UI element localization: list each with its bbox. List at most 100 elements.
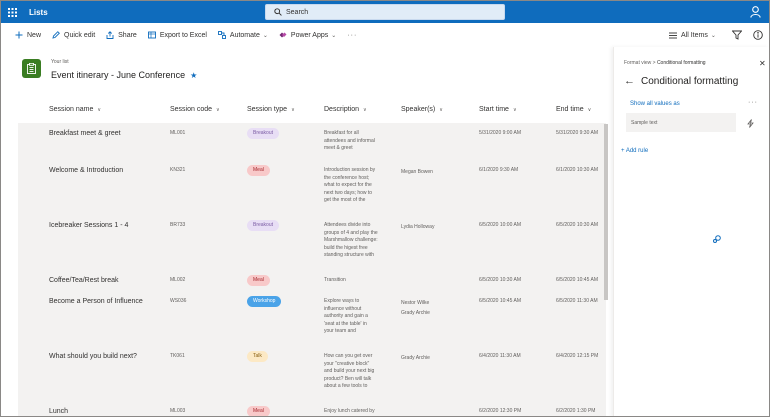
speaker-name: Lydia Holloway xyxy=(401,224,435,230)
description-cell: Attendees divide into groups of 4 and pla… xyxy=(324,222,390,260)
account-icon[interactable] xyxy=(750,6,761,18)
session-code-cell: ML001 xyxy=(170,130,186,136)
session-name-cell[interactable]: Welcome & Introduction xyxy=(49,166,123,175)
automate-menu[interactable]: Automate ⌄ xyxy=(217,31,268,39)
chevron-down-icon: ∨ xyxy=(97,106,102,113)
description-line: product? Ben will talk xyxy=(324,375,372,382)
app-title[interactable]: Lists xyxy=(29,8,48,17)
session-code-cell: TK061 xyxy=(170,353,185,359)
description-line: the conference host; xyxy=(324,174,370,181)
start-time-cell: 6/1/2020 9:30 AM xyxy=(479,167,519,173)
app-launcher-icon[interactable] xyxy=(1,1,23,23)
chevron-down-icon: ⌄ xyxy=(710,32,716,39)
session-type-pill: Workshop xyxy=(247,296,282,307)
quick-edit-label: Quick edit xyxy=(64,31,96,39)
session-name-cell[interactable]: Become a Person of Influence xyxy=(49,297,143,306)
column-header-label: End time xyxy=(556,106,584,113)
description-cell: How can you get over your "creative block… xyxy=(324,353,390,391)
back-arrow-icon[interactable]: ← xyxy=(624,75,635,87)
description-line: standing structure with xyxy=(324,252,375,258)
description-line: Enjoy lunch catered by xyxy=(324,408,375,414)
share-label: Share xyxy=(118,31,137,39)
end-time-cell: 6/5/2020 11:30 AM xyxy=(556,298,598,304)
new-button-label: New xyxy=(27,31,42,39)
start-time-cell: 5/31/2020 9:00 AM xyxy=(479,130,521,136)
session-name-cell[interactable]: Coffee/Tea/Rest break xyxy=(49,276,119,285)
session-code-cell: ML002 xyxy=(170,277,186,283)
chevron-down-icon: ∨ xyxy=(291,106,295,113)
excel-icon xyxy=(147,31,156,39)
description-cell: Breakfast for all attendees and informal m… xyxy=(324,130,390,153)
column-header-speakers[interactable]: Speaker(s) ∨ xyxy=(401,106,443,113)
grid-scrollbar[interactable] xyxy=(604,124,608,300)
export-excel-button[interactable]: Export to Excel xyxy=(147,31,207,39)
suite-bar: Lists Search xyxy=(1,1,769,23)
favorite-star-icon[interactable]: ★ xyxy=(190,71,197,80)
column-header-session-name[interactable]: Session name ∨ xyxy=(49,106,101,113)
description-line: 'seat at the table' in xyxy=(324,320,367,327)
description-line: your "creative block" xyxy=(324,360,370,367)
close-icon[interactable]: ✕ xyxy=(759,59,766,68)
info-icon[interactable] xyxy=(753,30,763,40)
new-button[interactable]: New xyxy=(15,31,41,39)
show-all-values-link[interactable]: Show all values as xyxy=(630,101,680,107)
column-header-label: Session code xyxy=(170,106,213,113)
session-name-cell[interactable]: Lunch xyxy=(49,407,68,416)
speaker-name: Nestor Wilke xyxy=(401,300,430,306)
quick-edit-button[interactable]: Quick edit xyxy=(52,31,95,39)
breadcrumb-format-view[interactable]: Format view xyxy=(624,60,651,66)
description-line: How can you get over xyxy=(324,353,373,359)
column-header-end-time[interactable]: End time ∨ xyxy=(556,106,591,113)
session-name-cell[interactable]: Breakfast meet & greet xyxy=(49,129,121,138)
end-time-cell: 6/5/2020 10:30 AM xyxy=(556,222,598,228)
breadcrumb-current: Conditional formatting xyxy=(656,60,706,66)
view-switcher[interactable]: All Items ⌄ xyxy=(669,24,716,46)
column-header-label: Start time xyxy=(479,106,509,113)
session-type-pill: Breakout xyxy=(247,220,280,231)
list-title: Event itinerary - June Conference xyxy=(51,70,186,80)
more-commands-button[interactable]: ··· xyxy=(347,32,357,39)
column-header-description[interactable]: Description ∨ xyxy=(324,106,367,113)
pane-title: Conditional formatting xyxy=(641,75,739,87)
start-time-cell: 6/5/2020 10:00 AM xyxy=(479,222,521,228)
session-type-pill: Meal xyxy=(247,406,270,416)
description-line: authority and gain a xyxy=(324,313,368,319)
session-name-cell[interactable]: What should you build next? xyxy=(49,352,137,361)
column-header-label: Session name xyxy=(49,106,94,113)
power-apps-menu[interactable]: Power Apps ⌄ xyxy=(279,31,336,39)
conditional-formatting-pane: Format view > Conditional formatting ✕ ←… xyxy=(613,47,769,416)
more-options-button[interactable]: ··· xyxy=(748,99,758,106)
session-code-cell: WS036 xyxy=(170,298,187,304)
session-name-cell[interactable]: Icebreaker Sessions 1 - 4 xyxy=(49,221,128,230)
search-icon xyxy=(274,8,282,16)
filter-icon[interactable] xyxy=(732,30,742,40)
command-bar: New Quick edit Share Export to Excel Aut… xyxy=(1,24,613,46)
column-header-start-time[interactable]: Start time ∨ xyxy=(479,106,517,113)
column-header-label: Speaker(s) xyxy=(401,106,436,113)
add-rule-button[interactable]: + Add rule xyxy=(621,148,648,154)
description-line: Explore ways to xyxy=(324,298,360,304)
description-cell: Transition xyxy=(324,277,390,285)
session-code-cell: BR733 xyxy=(170,222,186,228)
description-line: Introduction session by xyxy=(324,167,376,173)
column-header-session-code[interactable]: Session code ∨ xyxy=(170,106,220,113)
automate-label: Automate xyxy=(229,31,260,39)
sample-text-preview[interactable]: Sample text xyxy=(626,113,736,132)
description-line: Transition xyxy=(324,277,346,283)
column-header-label: Description xyxy=(324,106,360,113)
column-header-session-type[interactable]: Session type ∨ xyxy=(247,106,295,113)
breadcrumb: Format view > Conditional formatting xyxy=(624,60,706,66)
chevron-down-icon: ⌄ xyxy=(331,32,337,39)
description-line: get the most of the xyxy=(324,197,366,203)
lightning-icon[interactable] xyxy=(747,119,754,128)
list-icon xyxy=(22,59,41,78)
end-time-cell: 6/4/2020 12:15 PM xyxy=(556,353,599,359)
speaker-name: Grady Archie xyxy=(401,310,430,316)
plus-icon xyxy=(15,31,23,39)
share-button[interactable]: Share xyxy=(106,31,137,39)
chevron-down-icon: ∨ xyxy=(439,106,443,113)
app-window: Lists Search New Quick edit Share Export… xyxy=(0,0,770,417)
search-box[interactable]: Search xyxy=(265,4,505,20)
session-code-cell: KN321 xyxy=(170,167,186,173)
description-cell: Introduction session by the conference ho… xyxy=(324,167,390,205)
